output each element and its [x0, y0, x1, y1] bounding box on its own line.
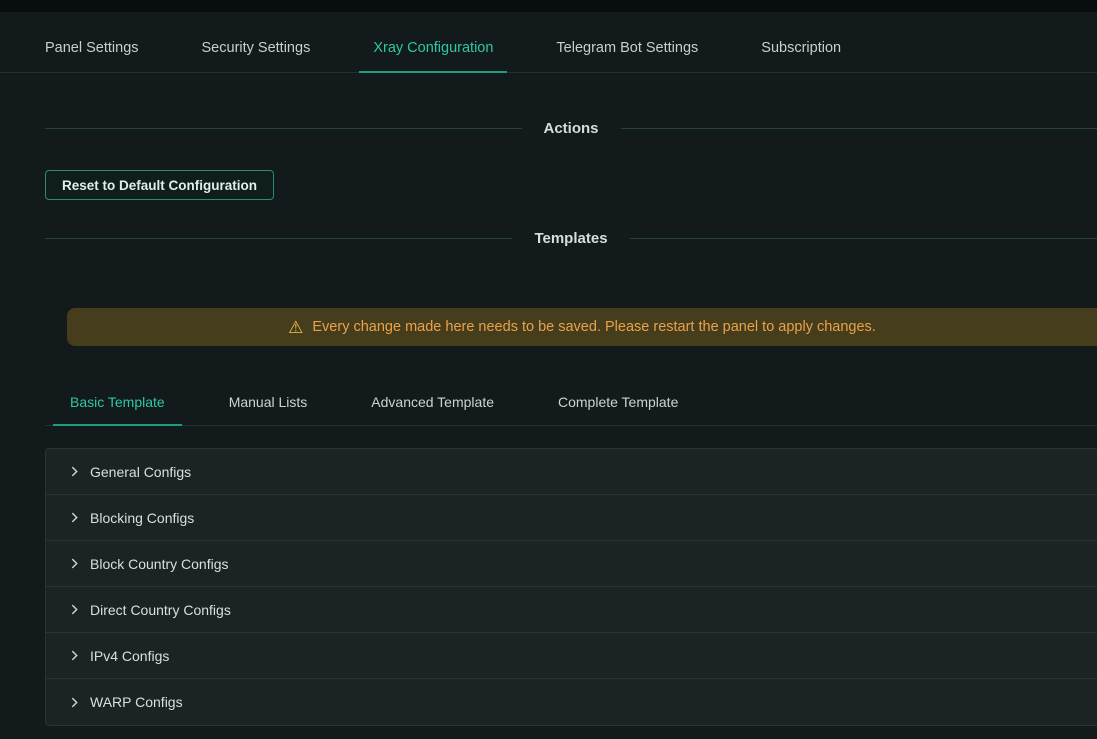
- chevron-right-icon: [69, 650, 80, 661]
- chevron-right-icon: [69, 558, 80, 569]
- accordion-item-label: General Configs: [90, 464, 191, 480]
- chevron-right-icon: [69, 604, 80, 615]
- tab-xray-configuration[interactable]: Xray Configuration: [373, 40, 493, 72]
- chevron-right-icon: [69, 512, 80, 523]
- tab-subscription[interactable]: Subscription: [761, 40, 841, 72]
- templates-section-title: Templates: [534, 230, 607, 247]
- template-config-accordion: General Configs Blocking Configs Block C…: [45, 448, 1097, 726]
- reset-default-config-button[interactable]: Reset to Default Configuration: [45, 170, 274, 200]
- divider-line: [621, 128, 1097, 129]
- templates-section-divider: Templates: [45, 230, 1097, 247]
- warning-text: Every change made here needs to be saved…: [312, 319, 875, 335]
- actions-button-row: Reset to Default Configuration: [45, 170, 1097, 200]
- warning-triangle-icon: ⚠: [288, 319, 303, 336]
- tab-panel-settings[interactable]: Panel Settings: [45, 40, 139, 72]
- chevron-right-icon: [69, 466, 80, 477]
- divider-line: [45, 128, 522, 129]
- restart-warning-alert: ⚠ Every change made here needs to be sav…: [67, 308, 1097, 346]
- divider-line: [45, 238, 512, 239]
- accordion-item-label: Block Country Configs: [90, 556, 229, 572]
- accordion-item-label: IPv4 Configs: [90, 648, 169, 664]
- accordion-item-label: WARP Configs: [90, 694, 183, 710]
- tab-advanced-template[interactable]: Advanced Template: [354, 394, 511, 425]
- settings-tab-bar: Panel Settings Security Settings Xray Co…: [0, 12, 1097, 73]
- window-top-strip: [0, 0, 1097, 12]
- tab-manual-lists[interactable]: Manual Lists: [212, 394, 325, 425]
- accordion-item-general-configs[interactable]: General Configs: [46, 449, 1097, 495]
- accordion-item-label: Blocking Configs: [90, 510, 194, 526]
- tab-security-settings[interactable]: Security Settings: [202, 40, 311, 72]
- accordion-item-direct-country-configs[interactable]: Direct Country Configs: [46, 587, 1097, 633]
- tab-basic-template[interactable]: Basic Template: [53, 394, 182, 425]
- actions-section-divider: Actions: [45, 120, 1097, 137]
- accordion-item-warp-configs[interactable]: WARP Configs: [46, 679, 1097, 725]
- chevron-right-icon: [69, 697, 80, 708]
- tab-complete-template[interactable]: Complete Template: [541, 394, 695, 425]
- template-tab-bar: Basic Template Manual Lists Advanced Tem…: [45, 394, 1097, 426]
- tab-telegram-bot-settings[interactable]: Telegram Bot Settings: [556, 40, 698, 72]
- accordion-item-block-country-configs[interactable]: Block Country Configs: [46, 541, 1097, 587]
- accordion-item-blocking-configs[interactable]: Blocking Configs: [46, 495, 1097, 541]
- actions-section-title: Actions: [544, 120, 599, 137]
- divider-line: [630, 238, 1097, 239]
- accordion-item-ipv4-configs[interactable]: IPv4 Configs: [46, 633, 1097, 679]
- accordion-item-label: Direct Country Configs: [90, 602, 231, 618]
